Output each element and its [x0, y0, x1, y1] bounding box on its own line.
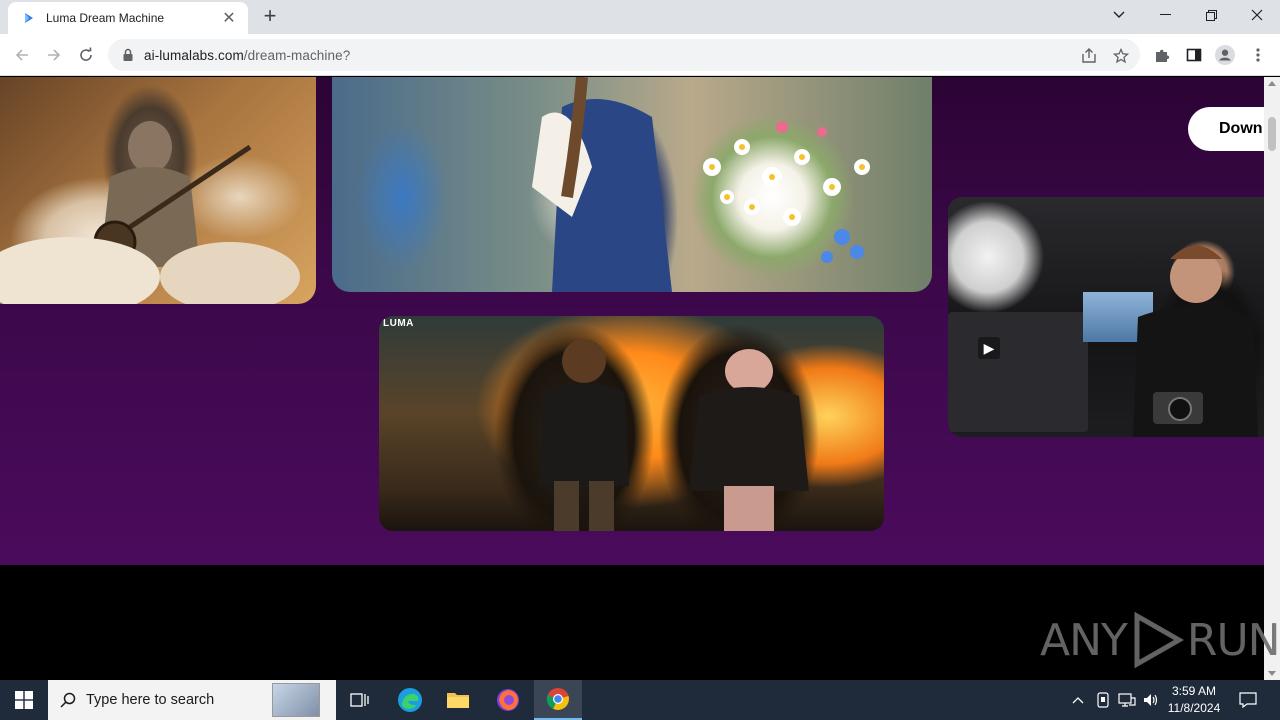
bear-pig-explosion-image: [539, 339, 809, 531]
clock-date: 11/8/2024: [1167, 701, 1221, 715]
task-view-icon: [350, 693, 369, 707]
browser-toolbar: ai-lumalabs.com/dream-machine?: [0, 34, 1280, 76]
close-window-button[interactable]: [1234, 0, 1280, 30]
taskbar-edge[interactable]: [386, 680, 434, 720]
share-icon[interactable]: [1080, 47, 1098, 65]
tab-search-chevron-icon[interactable]: [1096, 0, 1142, 30]
show-hidden-icons-chevron-icon[interactable]: [1068, 680, 1088, 720]
anyrun-watermark-left: ANY: [1040, 614, 1128, 666]
system-clock[interactable]: 3:59 AM 11/8/2024: [1160, 683, 1228, 717]
lock-icon[interactable]: [120, 47, 136, 63]
scrollbar-thumb[interactable]: [1268, 117, 1276, 151]
search-icon: [60, 692, 76, 708]
task-view-button[interactable]: [336, 680, 384, 720]
anyrun-play-logo-icon: [1134, 612, 1184, 668]
bookmark-star-icon[interactable]: [1112, 47, 1130, 65]
notifications-button[interactable]: [1234, 680, 1262, 720]
folder-icon: [447, 693, 469, 708]
url-domain: ai-lumalabs.com: [144, 47, 244, 63]
download-button[interactable]: Down: [1188, 107, 1264, 151]
tab-title: Luma Dream Machine: [46, 11, 165, 25]
search-placeholder: Type here to search: [86, 692, 215, 708]
photographer-image: [1133, 245, 1258, 437]
video-card-bear-and-pig[interactable]: LUMA: [379, 316, 884, 531]
reload-button[interactable]: [73, 42, 99, 68]
edge-icon: [398, 688, 422, 712]
anyrun-watermark-right: RUN: [1186, 614, 1280, 666]
minimize-button[interactable]: [1142, 0, 1188, 30]
page-scrollbar[interactable]: [1264, 77, 1280, 680]
extensions-puzzle-icon[interactable]: [1152, 45, 1172, 65]
firefox-icon: [497, 689, 519, 711]
tab-luma-dream-machine[interactable]: Luma Dream Machine ✕: [8, 2, 248, 34]
luma-watermark: LUMA: [383, 318, 414, 329]
taskbar-chrome[interactable]: [534, 680, 582, 720]
url-text: ai-lumalabs.com/dream-machine?: [144, 48, 350, 63]
network-adapter-icon[interactable]: [1094, 680, 1112, 720]
chrome-icon: [546, 688, 569, 710]
video-card-banjo-player[interactable]: [0, 77, 316, 304]
windows-taskbar: Type here to search 3:59 AM 11/8/2024: [0, 680, 1280, 720]
search-highlight-image[interactable]: [272, 683, 320, 717]
address-bar[interactable]: ai-lumalabs.com/dream-machine?: [108, 39, 1140, 71]
volume-icon[interactable]: [1140, 680, 1162, 720]
url-path: /dream-machine?: [243, 47, 351, 63]
chrome-menu-icon[interactable]: [1248, 45, 1268, 65]
video-card-flower-girl[interactable]: [332, 77, 932, 292]
tab-strip: Luma Dream Machine ✕ +: [0, 0, 1280, 34]
windows-logo-icon: [15, 691, 33, 709]
taskbar-search-box[interactable]: Type here to search: [48, 680, 336, 720]
start-button[interactable]: [0, 680, 48, 720]
restore-button[interactable]: [1188, 0, 1234, 30]
taskbar-firefox[interactable]: [484, 680, 532, 720]
video-card-photographer[interactable]: ▶: [948, 197, 1264, 437]
luma-favicon-icon: [25, 13, 33, 23]
flower-bouquet-image: [532, 77, 870, 292]
clock-time: 3:59 AM: [1171, 684, 1217, 698]
tab-close-icon[interactable]: ✕: [220, 8, 238, 28]
profile-avatar-icon[interactable]: [1215, 45, 1235, 65]
forward-button[interactable]: [41, 42, 67, 68]
side-panel-icon[interactable]: [1184, 45, 1204, 65]
action-center-icon: [1239, 692, 1257, 708]
taskbar-file-explorer[interactable]: [434, 680, 482, 720]
scroll-up-arrow-icon[interactable]: [1268, 81, 1276, 86]
network-icon[interactable]: [1116, 680, 1138, 720]
banjo-player-image: [0, 121, 300, 304]
page-viewport: LUMA ▶ Down: [0, 77, 1264, 680]
anyrun-watermark: ANY RUN: [1040, 612, 1280, 668]
scroll-down-arrow-icon[interactable]: [1268, 671, 1276, 676]
back-button[interactable]: [9, 42, 35, 68]
new-tab-button[interactable]: +: [256, 5, 284, 29]
